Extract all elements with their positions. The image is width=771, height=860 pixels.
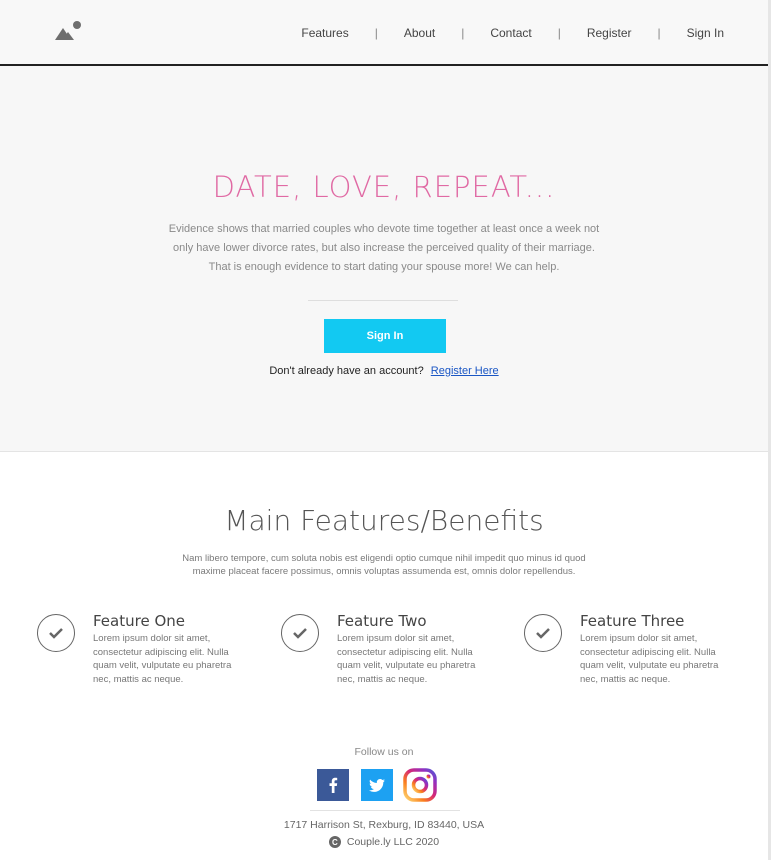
nav-separator: |: [557, 26, 561, 40]
twitter-icon[interactable]: [361, 769, 393, 801]
features-subtitle: Nam libero tempore, cum soluta nobis est…: [182, 553, 586, 577]
feature-text: Lorem ipsum dolor sit amet, consectetur …: [93, 633, 232, 685]
instagram-icon[interactable]: [403, 768, 437, 802]
feature-item: Feature Two Lorem ipsum dolor sit amet, …: [281, 612, 511, 692]
nav-separator: |: [374, 26, 378, 40]
feature-item: Feature Three Lorem ipsum dolor sit amet…: [524, 612, 754, 692]
hero-description: Evidence shows that married couples who …: [168, 223, 600, 273]
nav-separator: |: [461, 26, 465, 40]
facebook-icon[interactable]: [317, 769, 349, 801]
main-nav: Features | About | Contact | Register | …: [301, 26, 724, 40]
check-icon: [37, 614, 75, 652]
copyright-row: C Couple.ly LLC 2020: [0, 836, 768, 848]
nav-separator: |: [657, 26, 661, 40]
logo-mountain-icon[interactable]: [54, 20, 84, 42]
copyright-icon: C: [328, 836, 341, 848]
feature-title: Feature One: [93, 612, 185, 630]
nav-about[interactable]: About: [404, 26, 435, 40]
register-prompt-row: Don't already have an account? Register …: [0, 365, 768, 377]
hero-divider: [308, 300, 458, 301]
features-title: Main Features/Benefits: [224, 504, 544, 537]
feature-text: Lorem ipsum dolor sit amet, consectetur …: [337, 633, 476, 685]
check-icon: [281, 614, 319, 652]
feature-title: Feature Two: [337, 612, 427, 630]
feature-text: Lorem ipsum dolor sit amet, consectetur …: [580, 633, 719, 685]
feature-title: Feature Three: [580, 612, 685, 630]
nav-register[interactable]: Register: [587, 26, 632, 40]
copyright-text: Couple.ly LLC 2020: [346, 836, 440, 848]
check-icon: [524, 614, 562, 652]
address-text: 1717 Harrison St, Rexburg, ID 83440, USA: [283, 819, 485, 831]
site-header: Features | About | Contact | Register | …: [0, 0, 768, 66]
register-here-link[interactable]: Register Here: [431, 365, 499, 377]
hero-title: DATE, LOVE, REPEAT...: [212, 170, 556, 204]
follow-us-label: Follow us on: [354, 746, 414, 758]
footer-divider: [310, 810, 460, 811]
nav-contact[interactable]: Contact: [490, 26, 531, 40]
hero-section: DATE, LOVE, REPEAT... Evidence shows tha…: [0, 66, 768, 452]
nav-features[interactable]: Features: [301, 26, 348, 40]
register-prompt-text: Don't already have an account?: [269, 365, 424, 377]
feature-item: Feature One Lorem ipsum dolor sit amet, …: [37, 612, 267, 692]
nav-sign-in[interactable]: Sign In: [687, 26, 724, 40]
sign-in-button[interactable]: Sign In: [324, 319, 446, 353]
